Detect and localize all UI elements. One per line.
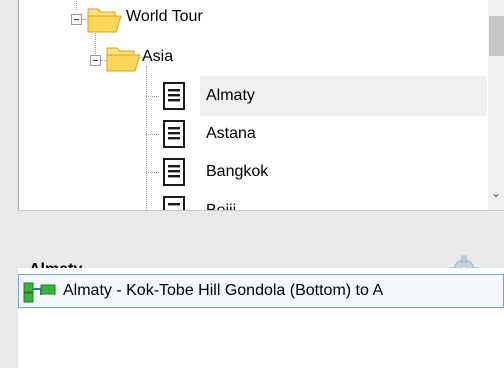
- expander-asia[interactable]: [90, 55, 101, 66]
- tree-label-bangkok[interactable]: Bangkok: [206, 162, 268, 182]
- open-folder-icon: [87, 8, 122, 33]
- route-row[interactable]: Almaty - Kok-Tobe Hill Gondola (Bottom) …: [18, 274, 504, 308]
- document-icon: [163, 158, 185, 186]
- tree-label-almaty[interactable]: Almaty: [206, 86, 255, 106]
- tree-label-astana[interactable]: Astana: [206, 124, 256, 144]
- route-list: Almaty - Kok-Tobe Hill Gondola (Bottom) …: [18, 268, 504, 368]
- tree-panel: World Tour Asia Almaty Astana Bangkok Be…: [18, 0, 504, 210]
- tree-line: [101, 60, 105, 61]
- tree-label-partial[interactable]: Beiji: [206, 201, 236, 210]
- tree-line: [146, 96, 159, 97]
- tree-line: [146, 66, 147, 210]
- tree-line: [82, 19, 86, 20]
- scroll-thumb[interactable]: [489, 16, 504, 56]
- route-icon: [23, 282, 56, 303]
- detail-header: Almaty: [18, 210, 504, 285]
- tree-label-world-tour[interactable]: World Tour: [126, 7, 203, 27]
- open-folder-icon: [106, 47, 141, 72]
- route-label: Almaty - Kok-Tobe Hill Gondola (Bottom) …: [63, 282, 384, 299]
- tree-line: [146, 134, 159, 135]
- chevron-down-icon[interactable]: ⌄: [491, 186, 501, 200]
- document-icon: [163, 82, 185, 110]
- expander-world-tour[interactable]: [71, 14, 82, 25]
- document-icon: [163, 120, 185, 148]
- tree-label-asia[interactable]: Asia: [142, 47, 173, 67]
- tree-line: [76, 0, 77, 10]
- tree-line: [146, 172, 159, 173]
- tree-scrollbar[interactable]: ⌄: [488, 0, 504, 210]
- document-icon: [163, 196, 185, 210]
